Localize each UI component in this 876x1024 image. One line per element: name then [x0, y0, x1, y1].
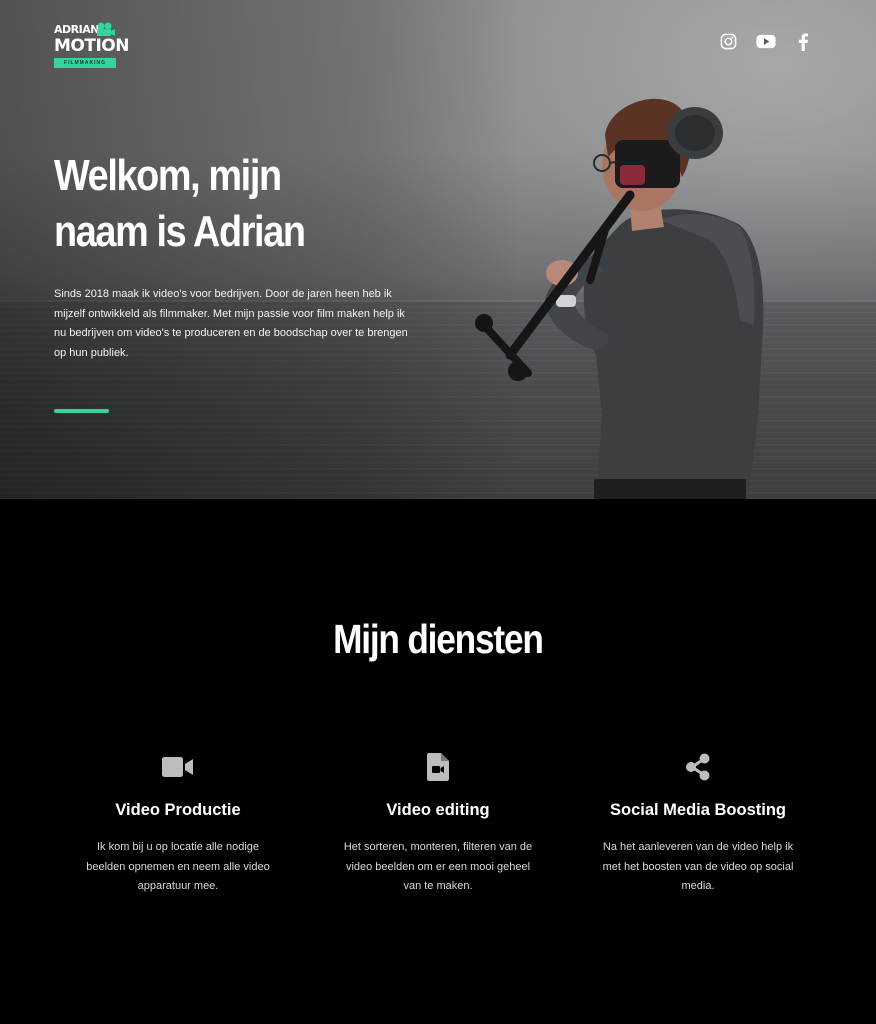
youtube-link[interactable]: [756, 33, 776, 55]
share-icon: [686, 753, 710, 781]
instagram-icon: [720, 33, 737, 50]
file-video-icon: [427, 753, 449, 781]
instagram-link[interactable]: [720, 33, 737, 55]
service-card-video-editing: Video editing Het sorteren, monteren, fi…: [328, 750, 548, 897]
logo-tagline: FILMMAKING: [54, 58, 116, 68]
facebook-icon: [798, 33, 809, 51]
hero-title: Welkom, mijn naam is Adrian: [54, 151, 306, 256]
service-title: Video Productie: [115, 801, 241, 819]
hero-accent-divider: [54, 409, 109, 413]
site-logo[interactable]: ADRIAN MOTION FILMMAKING: [54, 22, 129, 70]
service-title: Video editing: [386, 801, 490, 819]
hero-intro-text: Sinds 2018 maak ik video's voor bedrijve…: [54, 288, 408, 359]
service-card-social-media-boosting: Social Media Boosting Na het aanleveren …: [588, 750, 808, 897]
video-camera-icon: [162, 757, 193, 777]
logo-line-2: MOTION: [54, 36, 129, 56]
service-description: Het sorteren, monteren, filteren van de …: [343, 841, 533, 892]
youtube-icon: [756, 34, 776, 49]
service-description: Ik kom bij u op locatie alle nodige beel…: [86, 841, 270, 892]
film-camera-icon: [97, 22, 115, 36]
services-title-text: Mijn diensten: [333, 616, 544, 662]
service-title: Social Media Boosting: [609, 801, 787, 819]
facebook-link[interactable]: [797, 33, 809, 56]
service-card-video-productie: Video Productie Ik kom bij u op locatie …: [68, 750, 288, 897]
service-description: Na het aanleveren van de video help ik m…: [602, 841, 794, 892]
services-title: Mijn diensten: [0, 616, 876, 663]
logo-line-1: ADRIAN: [54, 23, 99, 36]
hero-section: ADRIAN MOTION FILMMAKING Welkom, mijn na…: [0, 0, 876, 499]
